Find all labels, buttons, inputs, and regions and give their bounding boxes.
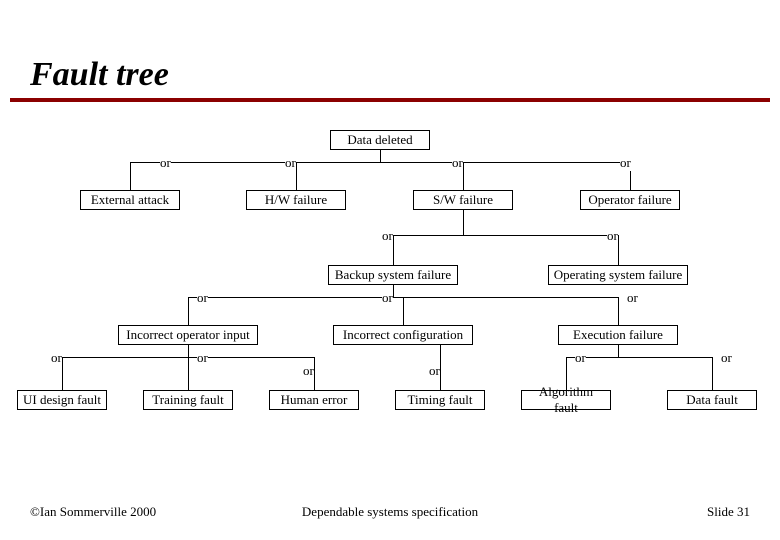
connector xyxy=(463,162,464,190)
node-operator-failure: Operator failure xyxy=(580,190,680,210)
or-label: or xyxy=(197,350,208,366)
node-sw-failure: S/W failure xyxy=(413,190,513,210)
connector xyxy=(393,235,394,265)
or-label: or xyxy=(51,350,62,366)
node-os-failure: Operating system failure xyxy=(548,265,688,285)
footer-title: Dependable systems specification xyxy=(302,504,478,520)
node-incorrect-input: Incorrect operator input xyxy=(118,325,258,345)
connector xyxy=(393,285,394,297)
connector xyxy=(393,235,618,236)
connector xyxy=(296,162,297,190)
page-title: Fault tree xyxy=(30,56,169,94)
connector xyxy=(403,297,404,325)
node-human-error: Human error xyxy=(269,390,359,410)
or-label: or xyxy=(429,363,440,379)
connector xyxy=(440,345,441,390)
node-ui-design-fault: UI design fault xyxy=(17,390,107,410)
connector xyxy=(618,235,619,265)
connector xyxy=(618,345,619,357)
node-external-attack: External attack xyxy=(80,190,180,210)
node-timing-fault: Timing fault xyxy=(395,390,485,410)
or-label: or xyxy=(160,155,171,171)
connector xyxy=(130,162,131,190)
or-label: or xyxy=(303,363,314,379)
connector xyxy=(463,210,464,235)
connector xyxy=(188,345,189,357)
or-label: or xyxy=(285,155,296,171)
footer-slide-number: Slide 31 xyxy=(707,504,750,520)
node-algorithm-fault: Algorithm fault xyxy=(521,390,611,410)
connector xyxy=(62,357,63,390)
connector xyxy=(566,357,712,358)
node-training-fault: Training fault xyxy=(143,390,233,410)
footer-copyright: ©Ian Sommerville 2000 xyxy=(30,504,156,520)
connector xyxy=(380,150,381,162)
node-data-deleted: Data deleted xyxy=(330,130,430,150)
or-label: or xyxy=(627,290,638,306)
connector xyxy=(712,357,713,390)
node-data-fault: Data fault xyxy=(667,390,757,410)
or-label: or xyxy=(382,290,393,306)
connector xyxy=(188,297,189,325)
node-execution-failure: Execution failure xyxy=(558,325,678,345)
node-backup-failure: Backup system failure xyxy=(328,265,458,285)
or-label: or xyxy=(197,290,208,306)
or-label: or xyxy=(575,350,586,366)
or-label: or xyxy=(452,155,463,171)
connector xyxy=(188,357,189,390)
connector xyxy=(130,162,630,163)
or-label: or xyxy=(382,228,393,244)
or-label: or xyxy=(620,155,631,171)
node-incorrect-config: Incorrect configuration xyxy=(333,325,473,345)
title-underline xyxy=(10,98,770,102)
connector xyxy=(314,357,315,390)
connector xyxy=(618,297,619,325)
node-hw-failure: H/W failure xyxy=(246,190,346,210)
or-label: or xyxy=(607,228,618,244)
or-label: or xyxy=(721,350,732,366)
